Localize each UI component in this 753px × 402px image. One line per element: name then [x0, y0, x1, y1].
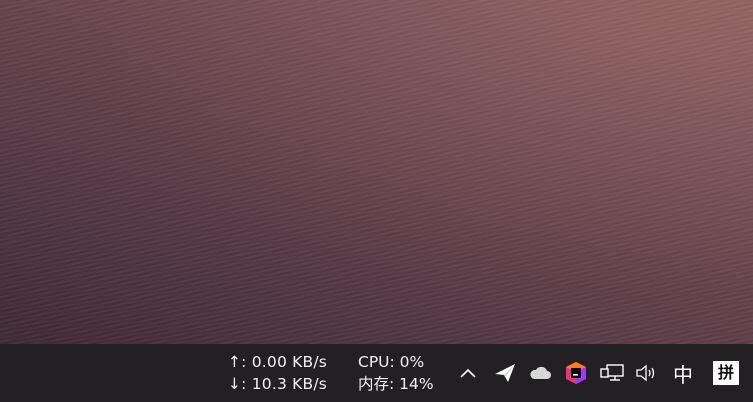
memory-usage: 内存: 14% — [358, 375, 434, 393]
download-speed: ↓: 10.3 KB/s — [228, 375, 328, 393]
system-monitor[interactable]: CPU: 0% 内存: 14% — [358, 351, 450, 395]
show-hidden-icons-button[interactable] — [455, 344, 481, 402]
send-app-tray-button[interactable] — [491, 344, 519, 402]
volume-icon — [636, 364, 655, 382]
taskbar: ↑: 0.00 KB/s ↓: 10.3 KB/s CPU: 0% 内存: 14… — [0, 344, 753, 402]
network-icon — [600, 364, 624, 381]
desktop-wallpaper — [0, 0, 753, 344]
volume-tray-button[interactable] — [634, 344, 660, 402]
cloud-icon — [530, 366, 551, 379]
jetbrains-toolbox-icon — [566, 362, 586, 384]
ime-mode-indicator[interactable]: 拼 — [713, 361, 739, 385]
onedrive-tray-button[interactable] — [527, 344, 553, 402]
network-tray-button[interactable] — [598, 344, 626, 402]
chevron-up-icon — [460, 368, 476, 378]
net-speed-monitor[interactable]: ↑: 0.00 KB/s ↓: 10.3 KB/s — [228, 351, 340, 395]
jetbrains-toolbox-tray-button[interactable] — [563, 344, 589, 402]
paper-plane-icon — [495, 364, 515, 382]
ime-language-indicator[interactable]: 中 — [668, 344, 698, 402]
cpu-usage: CPU: 0% — [358, 353, 425, 371]
upload-speed: ↑: 0.00 KB/s — [228, 353, 328, 371]
